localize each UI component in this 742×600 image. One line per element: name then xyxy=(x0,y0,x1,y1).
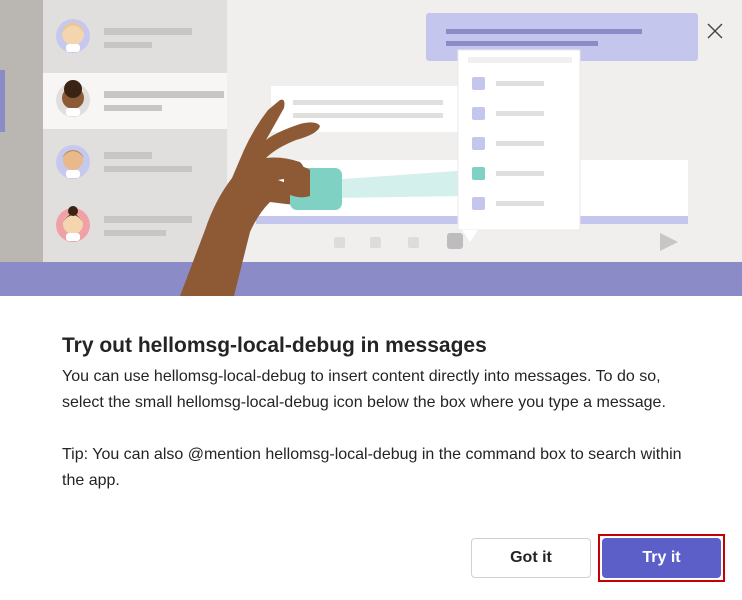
teams-messaging-illustration xyxy=(0,0,742,297)
avatar xyxy=(56,19,90,53)
close-button[interactable] xyxy=(700,16,730,46)
try-it-button[interactable]: Try it xyxy=(602,538,721,578)
dialog-tip: Tip: You can also @mention hellomsg-loca… xyxy=(62,446,682,489)
close-icon xyxy=(707,23,723,39)
got-it-button[interactable]: Got it xyxy=(471,538,591,578)
hero-illustration xyxy=(0,0,742,297)
dialog-title: Try out hellomsg-local-debug in messages xyxy=(62,334,487,357)
dialog-content: Try out hellomsg-local-debug in messages… xyxy=(62,334,682,494)
dialog-description: You can use hellomsg-local-debug to inse… xyxy=(62,368,666,411)
